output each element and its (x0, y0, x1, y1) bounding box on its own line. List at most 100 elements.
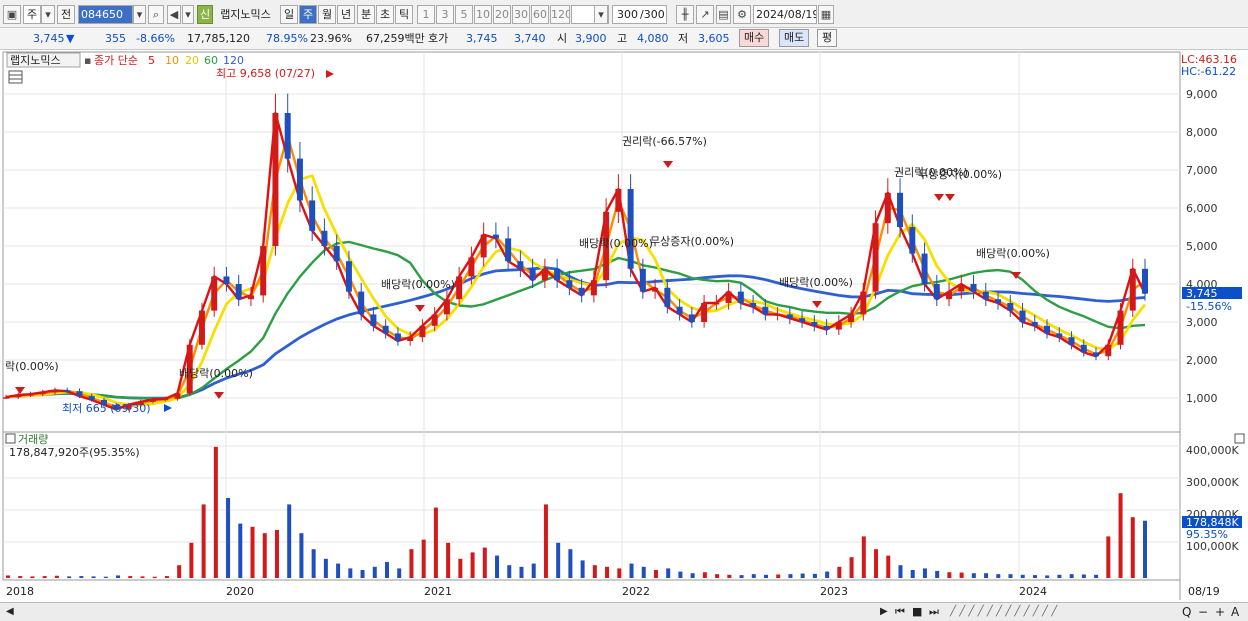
volume-bar (605, 566, 610, 578)
price-bar (823, 325, 830, 330)
period-minute-button[interactable]: 분 (357, 5, 375, 24)
price-bar (799, 318, 806, 322)
open-price: 3,900 (575, 32, 607, 45)
price-bar (713, 303, 720, 305)
volume-bar (336, 563, 341, 578)
interval-dropdown-icon[interactable]: ▾ (594, 5, 608, 24)
gear-icon[interactable]: ⚙ (733, 5, 751, 24)
volume-bar (837, 566, 842, 578)
period-second-button[interactable]: 초 (376, 5, 394, 24)
chart-area: 9,000 8,000 7,000 6,000 5,000 4,000 3,00… (0, 50, 1248, 602)
volume-bar (580, 560, 585, 578)
stock-code-input[interactable]: 084650 (78, 5, 133, 24)
x-tick: 2023 (820, 585, 848, 598)
period-ju-selector[interactable]: 주 (23, 5, 41, 24)
chevron-down-icon[interactable]: ▾ (41, 5, 55, 24)
interval-button[interactable]: 120 (550, 5, 570, 24)
volume-bar (213, 446, 218, 578)
bonus-annotation: 무상증자(0.00%) (918, 168, 1002, 181)
price-tick: 7,000 (1186, 164, 1218, 177)
volume-close-icon[interactable] (1234, 433, 1245, 444)
volume-bar (495, 555, 500, 578)
volume-bar (1143, 520, 1147, 578)
first-icon[interactable]: ⏮ (895, 604, 905, 620)
drawing-tools-icon[interactable]: ╱ ╱ ╱ ╱ ╱ ╱ ╱ ╱ ╱ ╱ ╱ ╱ (950, 604, 1057, 620)
turnover: 23.96% (310, 32, 352, 45)
price-tick: 5,000 (1186, 240, 1218, 253)
save-icon[interactable]: ▤ (716, 5, 731, 24)
legend-ma10: 10 (165, 54, 179, 67)
table-icon[interactable] (8, 70, 23, 84)
x-tick: 2024 (1019, 585, 1047, 598)
period-month-button[interactable]: 월 (318, 5, 336, 24)
price-bar (848, 314, 855, 322)
speaker-icon[interactable]: ◀ (167, 5, 181, 24)
date-input[interactable]: 2024/08/19 (753, 5, 817, 24)
period-year-button[interactable]: 년 (337, 5, 355, 24)
period-week-button[interactable]: 주 (299, 5, 317, 24)
sell-button[interactable]: 매도 (779, 29, 810, 47)
price-bar (995, 299, 1002, 303)
interval-button[interactable]: 5 (455, 5, 473, 24)
interval-button[interactable]: 1 (417, 5, 435, 24)
buy-button[interactable]: 매수 (739, 29, 770, 47)
price-tick: 9,000 (1186, 88, 1218, 101)
price-bar (296, 158, 303, 201)
interval-button[interactable]: 60 (531, 5, 549, 24)
price-bar (1117, 310, 1124, 345)
font-size-icon[interactable]: A (1231, 604, 1239, 620)
stock-name: 랩지노믹스 (214, 5, 277, 24)
price-bar (211, 276, 218, 311)
volume-tick: 300,000K (1186, 476, 1239, 489)
current-price: 3,745 (33, 32, 65, 45)
candle-icon[interactable]: ╫ (676, 5, 694, 24)
interval-button[interactable]: 10 (474, 5, 492, 24)
scroll-left-icon[interactable]: ◀ (6, 604, 14, 620)
trade-amount: 67,259백만 (366, 32, 425, 45)
price-bar (382, 325, 389, 334)
code-dropdown-icon[interactable]: ▾ (133, 5, 146, 24)
price-bar (431, 314, 438, 326)
volume-panel-icon[interactable] (5, 433, 16, 444)
price-bar (480, 234, 487, 258)
zoom-in-icon[interactable]: + (1215, 604, 1225, 620)
stop-icon[interactable]: ■ (912, 604, 922, 620)
jeon-button[interactable]: 전 (57, 5, 75, 24)
volume-bar (519, 566, 524, 578)
volume-bar (1032, 575, 1037, 578)
price-bar (958, 284, 965, 292)
volume-value: 17,785,120 (187, 32, 250, 45)
volume-bar (678, 571, 683, 578)
open-label: 시 (557, 32, 568, 45)
pyeong-button[interactable]: 평 (817, 29, 838, 47)
bottom-scrollbar[interactable]: ◀ ▶ ⏮ ■ ⏭ ╱ ╱ ╱ ╱ ╱ ╱ ╱ ╱ ╱ ╱ ╱ ╱ Q − + … (0, 602, 1248, 621)
volume-bar (482, 547, 487, 578)
period-tick-button[interactable]: 틱 (395, 5, 413, 24)
price-bar (492, 234, 499, 239)
volume-bar (996, 574, 1001, 578)
price-bar (774, 314, 781, 316)
scroll-right-icon[interactable]: ▶ (880, 604, 888, 620)
draw-tool-icon[interactable]: ↗ (696, 5, 714, 24)
zoom-icon[interactable]: Q (1182, 604, 1191, 620)
volume-bar (849, 557, 854, 578)
period-day-button[interactable]: 일 (280, 5, 298, 24)
price-bar (590, 280, 597, 296)
interval-button[interactable]: 3 (436, 5, 454, 24)
price-bar (664, 287, 671, 307)
volume-bar (641, 566, 646, 578)
legend-stock-name: 랩지노믹스 (10, 54, 61, 67)
window-icon[interactable]: ▣ (3, 5, 21, 24)
count-input[interactable]: 300 (612, 5, 640, 24)
stock-chart-svg[interactable]: 9,000 8,000 7,000 6,000 5,000 4,000 3,00… (0, 50, 1248, 602)
price-y-axis: 9,000 8,000 7,000 6,000 5,000 4,000 3,00… (1186, 88, 1218, 405)
zoom-out-icon[interactable]: − (1198, 604, 1208, 620)
price-tick: 6,000 (1186, 202, 1218, 215)
interval-button[interactable]: 30 (512, 5, 530, 24)
calendar-icon[interactable]: ▦ (818, 5, 834, 24)
last-icon[interactable]: ⏭ (929, 604, 939, 620)
price-bar (162, 398, 169, 401)
speaker-dropdown-icon[interactable]: ▾ (182, 5, 194, 24)
search-icon[interactable]: ⌕ (148, 5, 164, 24)
interval-button[interactable]: 20 (493, 5, 511, 24)
